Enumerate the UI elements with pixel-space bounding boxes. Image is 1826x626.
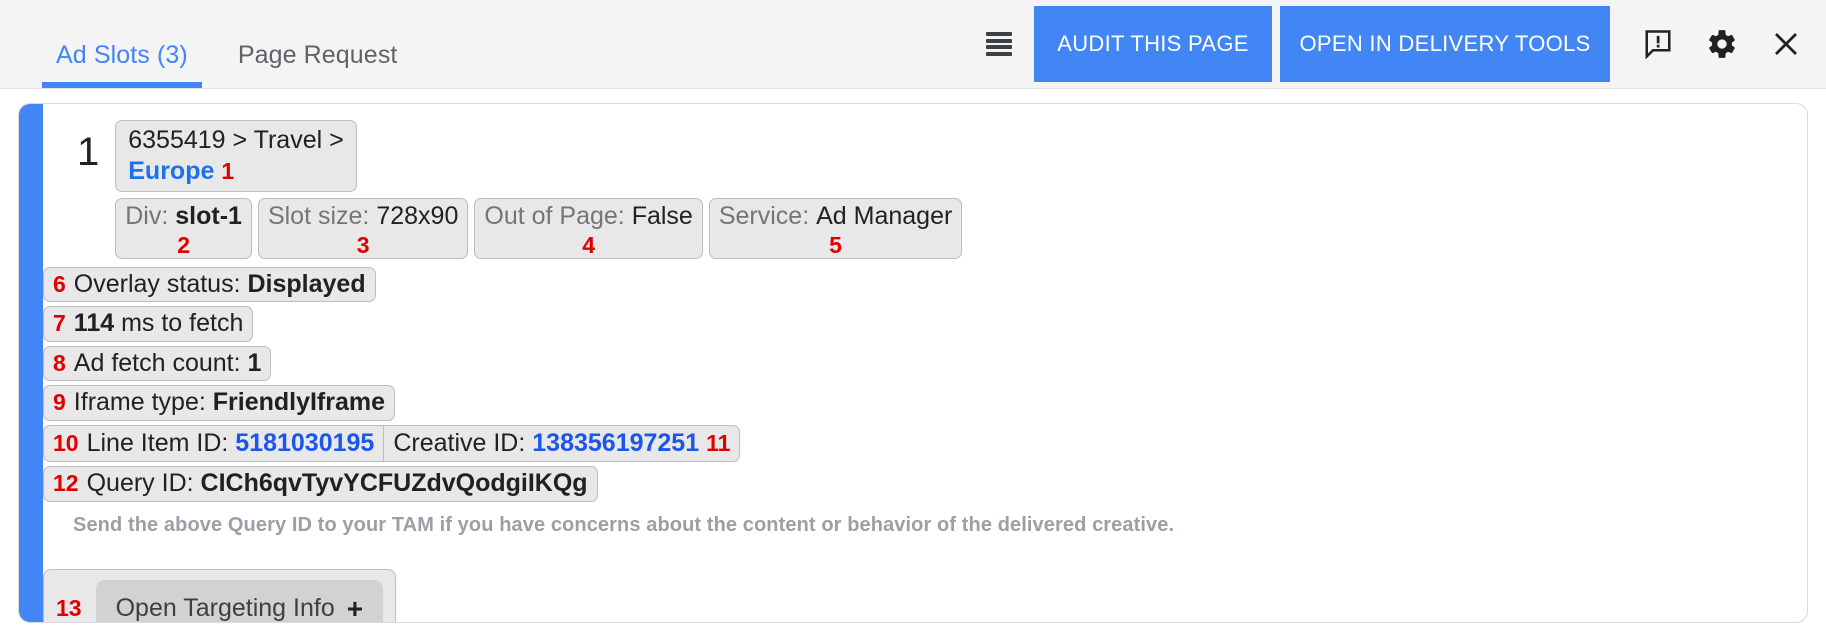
ad-slot-card-container: 1 6355419 > Travel > Europe 1 Div: slot-1… bbox=[0, 89, 1826, 623]
pill-slot-size: Slot size: 728x90 3 bbox=[258, 198, 468, 259]
tab-page-request[interactable]: Page Request bbox=[224, 43, 412, 88]
marker-badge-13: 13 bbox=[56, 595, 82, 622]
targeting-info-wrapper: 13 Open Targeting Info + bbox=[43, 569, 396, 624]
pill-div: Div: slot-1 2 bbox=[115, 198, 252, 259]
pill-creative-id: Creative ID: 138356197251 11 bbox=[383, 425, 740, 463]
tab-bar: Ad Slots (3) Page Request bbox=[0, 0, 433, 88]
app-header: Ad Slots (3) Page Request AUDIT THIS PAG… bbox=[0, 0, 1826, 89]
marker-badge-6: 6 bbox=[53, 271, 66, 298]
id-pill-row: 10 Line Item ID: 5181030195 Creative ID:… bbox=[43, 425, 1807, 463]
header-icon-group bbox=[1610, 0, 1826, 88]
pill-iframe-type: 9 Iframe type: FriendlyIframe bbox=[43, 385, 395, 421]
marker-badge-3: 3 bbox=[259, 234, 467, 257]
pill-service-value: Ad Manager bbox=[816, 202, 952, 232]
tab-ad-slots[interactable]: Ad Slots (3) bbox=[42, 43, 202, 88]
hamburger-menu-icon bbox=[986, 32, 1012, 56]
pill-overlay-status-value: Displayed bbox=[247, 270, 365, 300]
pill-slot-size-label: Slot size: bbox=[268, 202, 369, 232]
slot-info-pill-row: Div: slot-1 2 Slot size: 728x90 3 Out of… bbox=[115, 198, 962, 259]
pill-creative-id-value[interactable]: 138356197251 bbox=[532, 429, 699, 459]
feedback-icon[interactable] bbox=[1640, 26, 1676, 62]
pill-line-item-id: 10 Line Item ID: 5181030195 bbox=[43, 425, 383, 463]
pill-iframe-type-label: Iframe type: bbox=[74, 388, 206, 418]
open-in-delivery-tools-button[interactable]: OPEN IN DELIVERY TOOLS bbox=[1280, 6, 1610, 82]
pill-iframe-type-value: FriendlyIframe bbox=[213, 388, 385, 418]
pill-div-value: slot-1 bbox=[175, 202, 242, 232]
pill-out-of-page-value: False bbox=[632, 202, 693, 232]
pill-slot-size-value: 728x90 bbox=[376, 202, 458, 232]
pill-ad-fetch-count-value: 1 bbox=[248, 349, 262, 379]
breadcrumb-line-2[interactable]: Europe bbox=[128, 157, 214, 185]
slot-index: 1 bbox=[65, 120, 115, 172]
marker-badge-7: 7 bbox=[53, 310, 66, 337]
slot-header: 1 6355419 > Travel > Europe 1 Div: slot-1… bbox=[65, 120, 1807, 259]
close-icon[interactable] bbox=[1768, 26, 1804, 62]
pill-fetch-time-value: 114 bbox=[74, 309, 114, 339]
pill-line-item-id-label: Line Item ID: bbox=[87, 429, 229, 459]
pill-creative-id-label: Creative ID: bbox=[393, 429, 525, 459]
marker-badge-8: 8 bbox=[53, 350, 66, 377]
marker-badge-12: 12 bbox=[53, 470, 79, 497]
query-id-hint: Send the above Query ID to your TAM if y… bbox=[73, 514, 1807, 537]
open-targeting-info-button[interactable]: Open Targeting Info + bbox=[96, 580, 384, 624]
marker-badge-2: 2 bbox=[116, 234, 251, 257]
pill-ad-fetch-count-label: Ad fetch count: bbox=[74, 349, 241, 379]
pill-query-id: 12 Query ID: CICh6qvTyvYCFUZdvQodgiIKQg bbox=[43, 466, 598, 502]
breadcrumb-pill[interactable]: 6355419 > Travel > Europe 1 bbox=[115, 120, 356, 192]
breadcrumb-line-1: 6355419 > Travel > bbox=[128, 125, 343, 156]
marker-badge-5: 5 bbox=[710, 234, 961, 257]
pill-div-label: Div: bbox=[125, 202, 168, 232]
pill-fetch-time: 7 114 ms to fetch bbox=[43, 306, 253, 342]
ad-slot-card: 1 6355419 > Travel > Europe 1 Div: slot-1… bbox=[18, 103, 1808, 623]
pill-service: Service: Ad Manager 5 bbox=[709, 198, 962, 259]
pill-overlay-status: 6 Overlay status: Displayed bbox=[43, 267, 376, 303]
pill-overlay-status-label: Overlay status: bbox=[74, 270, 241, 300]
marker-badge-1: 1 bbox=[221, 158, 234, 184]
tab-page-request-label: Page Request bbox=[238, 41, 398, 69]
marker-badge-9: 9 bbox=[53, 389, 66, 416]
marker-badge-11: 11 bbox=[706, 430, 730, 457]
pill-fetch-time-label: ms to fetch bbox=[121, 309, 243, 339]
plus-icon: + bbox=[347, 593, 363, 624]
pill-query-id-value[interactable]: CICh6qvTyvYCFUZdvQodgiIKQg bbox=[201, 469, 588, 499]
pill-out-of-page: Out of Page: False 4 bbox=[474, 198, 702, 259]
pill-query-id-label: Query ID: bbox=[87, 469, 194, 499]
header-spacer bbox=[433, 0, 964, 88]
hamburger-menu-button[interactable] bbox=[964, 0, 1034, 88]
audit-this-page-button[interactable]: AUDIT THIS PAGE bbox=[1034, 6, 1272, 82]
pill-line-item-id-value[interactable]: 5181030195 bbox=[235, 429, 374, 459]
slot-status-pill-stack: 6 Overlay status: Displayed 7 114 ms to … bbox=[43, 267, 1807, 421]
pill-out-of-page-label: Out of Page: bbox=[484, 202, 624, 232]
tab-ad-slots-label: Ad Slots (3) bbox=[56, 41, 188, 69]
gear-icon[interactable] bbox=[1704, 26, 1740, 62]
pill-ad-fetch-count: 8 Ad fetch count: 1 bbox=[43, 346, 271, 382]
pill-service-label: Service: bbox=[719, 202, 809, 232]
ad-slot-body: 1 6355419 > Travel > Europe 1 Div: slot-1… bbox=[19, 104, 1807, 623]
marker-badge-10: 10 bbox=[53, 430, 79, 457]
marker-badge-4: 4 bbox=[475, 234, 701, 257]
open-targeting-info-label: Open Targeting Info bbox=[116, 594, 335, 623]
query-id-row: 12 Query ID: CICh6qvTyvYCFUZdvQodgiIKQg bbox=[43, 466, 1807, 502]
